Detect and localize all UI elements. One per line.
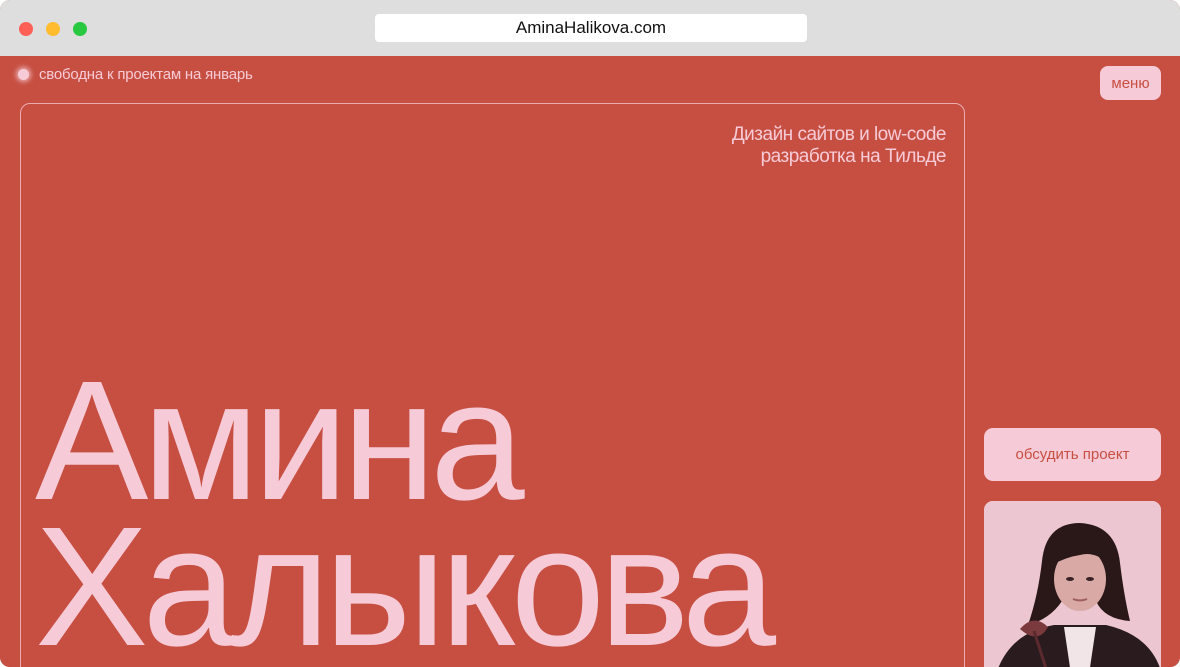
hero-card: Дизайн сайтов и low-code разработка на Т… — [20, 103, 965, 667]
address-bar[interactable]: AminaHalikova.com — [375, 14, 807, 42]
availability-text: свободна к проектам на январь — [39, 66, 253, 83]
availability-status: свободна к проектам на январь — [18, 66, 253, 83]
menu-button-label: меню — [1111, 74, 1150, 92]
browser-window: AminaHalikova.com свободна к проектам на… — [0, 0, 1180, 667]
hero-tagline: Дизайн сайтов и low-code разработка на Т… — [731, 124, 947, 168]
menu-button[interactable]: меню — [1100, 66, 1161, 100]
minimize-window-button[interactable] — [46, 22, 60, 36]
status-dot-icon — [18, 69, 29, 80]
page-content: свободна к проектам на январь меню Дизай… — [0, 56, 1180, 667]
portrait-photo — [984, 501, 1161, 667]
close-window-button[interactable] — [19, 22, 33, 36]
portrait-illustration — [984, 501, 1161, 667]
tagline-line-2: разработка на Тильде — [760, 146, 947, 167]
address-bar-url: AminaHalikova.com — [515, 18, 667, 37]
maximize-window-button[interactable] — [73, 22, 87, 36]
browser-titlebar: AminaHalikova.com — [0, 0, 1180, 56]
discuss-project-label: обсудить проект — [1015, 446, 1130, 463]
hero-last-name: Халыкова — [35, 492, 776, 667]
discuss-project-button[interactable]: обсудить проект — [984, 428, 1161, 481]
tagline-line-1: Дизайн сайтов и low-code — [731, 124, 947, 145]
